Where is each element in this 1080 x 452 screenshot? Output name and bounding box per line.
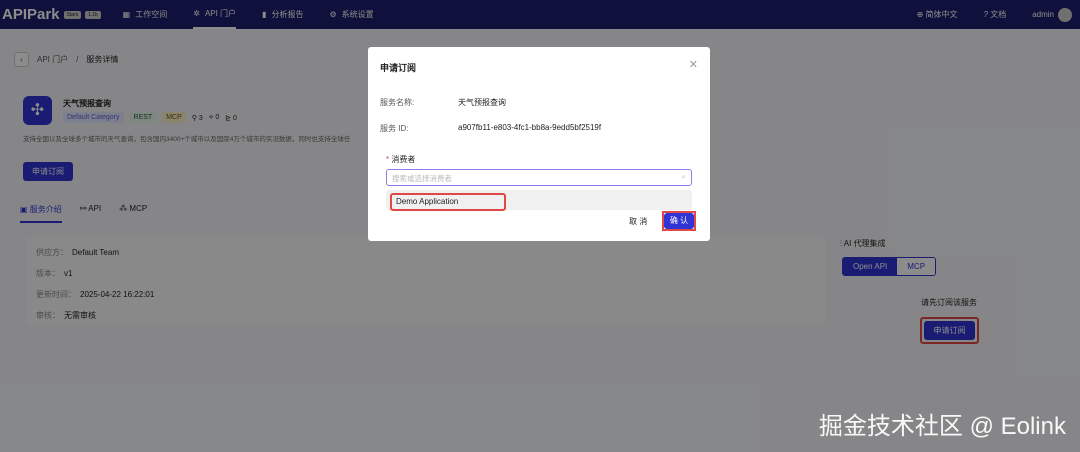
watermark: 掘金技术社区 @ Eolink (818, 413, 1066, 440)
subscribe-modal: 申请订阅 ✕ 服务名称: 天气预报查询 服务 ID: a907fb11-e803-4… (368, 47, 710, 241)
consumer-select[interactable]: 搜索或选择消费者 ⌕ (386, 169, 692, 186)
consumer-label: * 消费者 (386, 155, 416, 164)
cancel-button[interactable]: 取 消 (621, 212, 655, 231)
service-id-row: 服务 ID: a907fb11-e803-4fc1-bb8a-9edd5bf251… (380, 123, 601, 134)
confirm-button[interactable]: 确 认 (664, 213, 694, 229)
field-value: 天气预报查询 (458, 98, 506, 107)
close-icon[interactable]: ✕ (689, 58, 698, 71)
option-demo-application[interactable]: Demo Application (390, 193, 506, 211)
field-label: 服务 ID: (380, 124, 409, 133)
search-icon: ⌕ (681, 172, 686, 181)
modal-title: 申请订阅 (380, 63, 417, 73)
confirm-button-wrap: 确 认 (662, 211, 696, 231)
consumer-label-text: 消费者 (391, 155, 416, 164)
consumer-placeholder: 搜索或选择消费者 (392, 174, 452, 183)
field-label: 服务名称: (380, 98, 415, 107)
service-name-row: 服务名称: 天气预报查询 (380, 97, 506, 108)
field-value: a907fb11-e803-4fc1-bb8a-9edd5bf2519f (458, 123, 602, 132)
